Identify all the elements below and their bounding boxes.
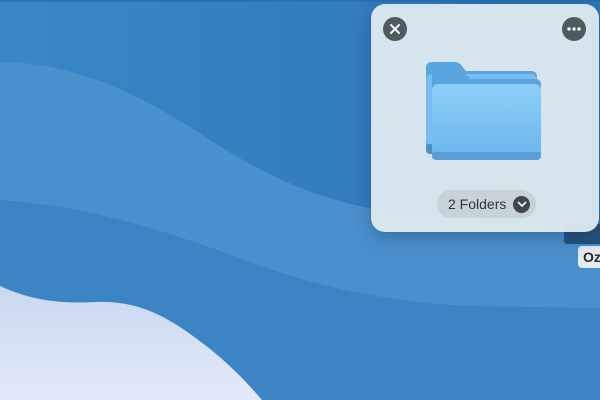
chevron-down-icon — [513, 195, 531, 213]
folder-stack-icon — [426, 62, 541, 160]
selection-label: 2 Folders — [448, 196, 507, 212]
close-icon — [390, 24, 400, 34]
desktop: Oz 2 Folders — [0, 0, 600, 400]
menu-bar-edge — [0, 0, 600, 2]
quick-look-panel: 2 Folders — [371, 4, 599, 232]
desktop-item-label[interactable]: Oz — [578, 246, 600, 268]
selection-dropdown[interactable]: 2 Folders — [437, 190, 537, 218]
close-button[interactable] — [383, 17, 407, 41]
more-icon — [567, 27, 581, 31]
more-options-button[interactable] — [562, 17, 586, 41]
